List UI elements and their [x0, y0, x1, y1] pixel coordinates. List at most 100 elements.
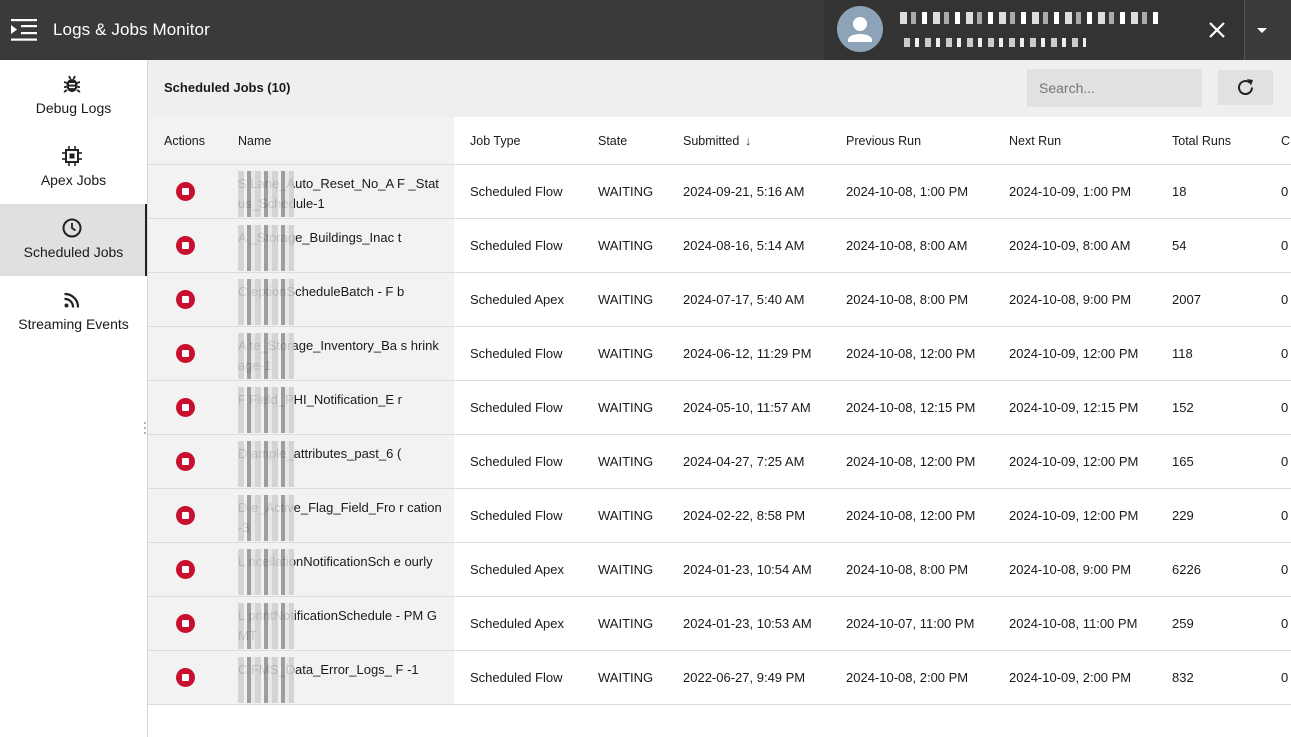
stop-job-button[interactable]: [176, 398, 195, 417]
refresh-button[interactable]: [1218, 70, 1273, 105]
table-row[interactable]: A _Storage_Buildings_Inac t Scheduled Flo…: [148, 219, 1291, 273]
cell-next-run: 2024-10-09, 8:00 AM: [1009, 238, 1131, 253]
cell-job-type: Scheduled Apex: [470, 616, 564, 631]
cell-state: WAITING: [598, 292, 654, 307]
cell-state: WAITING: [598, 184, 654, 199]
cell-job-type: Scheduled Flow: [470, 508, 563, 523]
sidebar-item-label: Scheduled Jobs: [23, 244, 124, 260]
cell-state: WAITING: [598, 346, 654, 361]
redaction-block: [238, 387, 294, 433]
cell-state: WAITING: [598, 238, 654, 253]
table-row[interactable]: C eptionScheduleBatch - F b Scheduled Ape…: [148, 273, 1291, 327]
chip-icon: [61, 145, 83, 167]
cell-cut: 0: [1281, 238, 1289, 253]
cell-job-type: Scheduled Flow: [470, 400, 563, 415]
stop-job-button[interactable]: [176, 344, 195, 363]
cell-submitted: 2024-01-23, 10:53 AM: [683, 616, 812, 631]
cell-next-run: 2024-10-09, 1:00 PM: [1009, 184, 1132, 199]
stop-job-button[interactable]: [176, 560, 195, 579]
col-previous-run[interactable]: Previous Run: [846, 134, 921, 148]
stop-job-button[interactable]: [176, 182, 195, 201]
cell-next-run: 2024-10-08, 9:00 PM: [1009, 562, 1132, 577]
cell-submitted: 2024-04-27, 7:25 AM: [683, 454, 805, 469]
table-row[interactable]: C FMS_Data_Error_Logs_ F -1 Scheduled Flo…: [148, 651, 1291, 705]
cell-previous-run: 2024-10-08, 2:00 PM: [846, 670, 969, 685]
cell-submitted: 2024-01-23, 10:54 AM: [683, 562, 812, 577]
cell-total-runs: 6226: [1172, 562, 1201, 577]
user-profile[interactable]: [824, 0, 1244, 60]
cell-submitted: 2024-09-21, 5:16 AM: [683, 184, 805, 199]
table-row[interactable]: A te_Storage_Inventory_Ba s hrinkage-1Sc…: [148, 327, 1291, 381]
cell-submitted: 2024-07-17, 5:40 AM: [683, 292, 805, 307]
cell-cut: 0: [1281, 562, 1289, 577]
cell-previous-run: 2024-10-08, 1:00 PM: [846, 184, 969, 199]
stop-job-button[interactable]: [176, 506, 195, 525]
cell-job-type: Scheduled Flow: [470, 454, 563, 469]
stop-job-button[interactable]: [176, 614, 195, 633]
cell-next-run: 2024-10-08, 9:00 PM: [1009, 292, 1132, 307]
cell-previous-run: 2024-10-08, 8:00 PM: [846, 562, 969, 577]
cell-next-run: 2024-10-09, 12:15 PM: [1009, 400, 1139, 415]
stop-job-button[interactable]: [176, 452, 195, 471]
cell-submitted: 2024-05-10, 11:57 AM: [683, 400, 811, 415]
cell-previous-run: 2024-10-08, 12:15 PM: [846, 400, 976, 415]
cell-total-runs: 18: [1172, 184, 1187, 199]
stop-job-button[interactable]: [176, 668, 195, 687]
col-state[interactable]: State: [598, 134, 627, 148]
cell-cut: 0: [1281, 184, 1289, 199]
cell-next-run: 2024-10-09, 12:00 PM: [1009, 346, 1139, 361]
cell-state: WAITING: [598, 562, 654, 577]
col-job-type[interactable]: Job Type: [470, 134, 521, 148]
col-name[interactable]: Name: [238, 134, 271, 148]
cell-state: WAITING: [598, 454, 654, 469]
redaction-block: [238, 225, 294, 271]
sidebar-item-debug-logs[interactable]: Debug Logs: [0, 60, 147, 132]
page-title: Scheduled Jobs (10): [164, 80, 291, 95]
stop-job-button[interactable]: [176, 236, 195, 255]
close-icon[interactable]: [1204, 17, 1230, 43]
col-total-runs[interactable]: Total Runs: [1172, 134, 1231, 148]
sidebar-item-label: Streaming Events: [18, 316, 129, 332]
user-icon: [837, 6, 883, 52]
cell-cut: 0: [1281, 400, 1289, 415]
cell-total-runs: 54: [1172, 238, 1187, 253]
col-truncated[interactable]: C: [1281, 134, 1290, 148]
menu-collapse-icon[interactable]: [11, 18, 38, 42]
caret-down-icon[interactable]: [1245, 0, 1291, 60]
col-submitted[interactable]: Submitted ↓: [683, 134, 751, 148]
cell-job-type: Scheduled Flow: [470, 670, 563, 685]
cell-state: WAITING: [598, 616, 654, 631]
cell-total-runs: 165: [1172, 454, 1194, 469]
table-row[interactable]: D e_Active_Flag_Field_Fro r cation-3Sche…: [148, 489, 1291, 543]
cell-submitted: 2024-08-16, 5:14 AM: [683, 238, 805, 253]
table-row[interactable]: D ample_attributes_past_6 (Scheduled Flo…: [148, 435, 1291, 489]
redaction-block: [238, 657, 294, 703]
redaction-block: [238, 603, 294, 649]
rss-icon: [61, 289, 83, 311]
cell-job-type: Scheduled Apex: [470, 562, 564, 577]
redaction-block: [238, 279, 294, 325]
clock-icon: [61, 217, 83, 239]
table-row[interactable]: L ncellationNotificationSch e ourly Sched…: [148, 543, 1291, 597]
col-next-run[interactable]: Next Run: [1009, 134, 1061, 148]
cell-job-type: Scheduled Flow: [470, 346, 563, 361]
sidebar-item-apex-jobs[interactable]: Apex Jobs: [0, 132, 147, 204]
cell-cut: 0: [1281, 454, 1289, 469]
sidebar-item-scheduled-jobs[interactable]: Scheduled Jobs: [0, 204, 147, 276]
cell-submitted: 2022-06-27, 9:49 PM: [683, 670, 806, 685]
sidebar-item-label: Apex Jobs: [40, 172, 107, 188]
table-header: Actions Name Job Type State Submitted ↓ P…: [148, 117, 1291, 165]
cell-cut: 0: [1281, 292, 1289, 307]
table-row[interactable]: F Field_PHI_Notification_E r Scheduled Fl…: [148, 381, 1291, 435]
table-row[interactable]: L printNotificationSchedule - PM GMTSche…: [148, 597, 1291, 651]
sidebar-item-streaming-events[interactable]: Streaming Events: [0, 276, 147, 348]
table-row[interactable]: S Lane_Auto_Reset_No_A F _Status_Schedul…: [148, 165, 1291, 219]
app-title: Logs & Jobs Monitor: [53, 20, 210, 39]
search-input[interactable]: [1027, 69, 1202, 107]
cell-total-runs: 152: [1172, 400, 1194, 415]
user-email-redacted: [904, 38, 1086, 47]
cell-previous-run: 2024-10-08, 12:00 PM: [846, 346, 976, 361]
cell-cut: 0: [1281, 616, 1289, 631]
sidebar: Debug Logs Apex Jobs Scheduled Jobs Stre…: [0, 60, 148, 737]
stop-job-button[interactable]: [176, 290, 195, 309]
